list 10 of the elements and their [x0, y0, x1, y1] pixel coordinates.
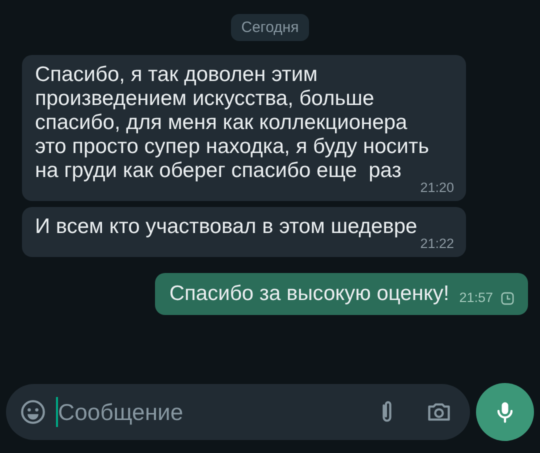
message-time: 21:20 [420, 180, 454, 196]
message-text: Спасибо за высокую оценку! [169, 282, 450, 306]
message-field[interactable]: Сообщение [6, 384, 470, 440]
message-text: Спасибо, я так доволен этим произведением искусства, больше спасибо, для меня как коллекционера это просто супер находка, я буду носить на груди как оберег спасибо еще раз [35, 63, 430, 182]
text-input[interactable]: Сообщение [58, 398, 374, 426]
emoji-icon[interactable] [20, 399, 46, 425]
message-text: И всем кто участвовал в этом шедевре [35, 215, 418, 239]
message-time: 21:57 [459, 290, 493, 306]
message-time: 21:22 [420, 236, 454, 252]
date-chip: Сегодня [231, 14, 309, 41]
